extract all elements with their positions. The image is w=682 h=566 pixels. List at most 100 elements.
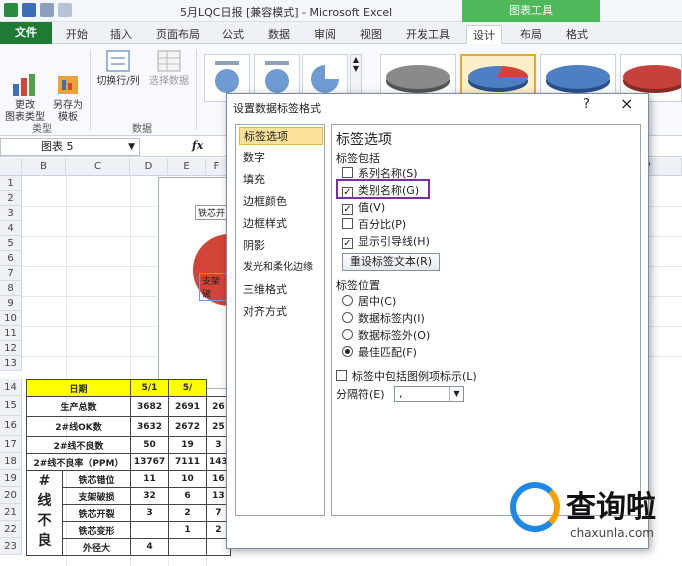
defect-label[interactable]: 铁芯变形 bbox=[62, 521, 131, 539]
tab-developer[interactable]: 开发工具 bbox=[400, 25, 456, 44]
row-header[interactable]: 18 bbox=[0, 453, 22, 470]
nav-glow-soft-edges[interactable]: 发光和柔化边缘 bbox=[239, 259, 323, 277]
table-cell[interactable]: 2691 bbox=[168, 396, 207, 417]
table-cell[interactable]: 7111 bbox=[168, 453, 207, 471]
table-cell[interactable]: 50 bbox=[130, 436, 169, 454]
excel-app-icon[interactable] bbox=[4, 3, 18, 17]
tab-insert[interactable]: 插入 bbox=[104, 25, 138, 44]
tab-format[interactable]: 格式 bbox=[560, 25, 594, 44]
defect-label[interactable]: 支架破损 bbox=[62, 487, 131, 505]
save-icon[interactable] bbox=[22, 3, 36, 17]
row-header[interactable]: 20 bbox=[0, 487, 22, 504]
header-cell[interactable]: 5/1 bbox=[130, 379, 169, 397]
row-label[interactable]: 生产总数 bbox=[26, 396, 131, 417]
nav-3d-format[interactable]: 三维格式 bbox=[239, 281, 323, 299]
name-box[interactable]: 图表 5 ▼ bbox=[0, 138, 140, 156]
column-header[interactable]: F bbox=[206, 158, 228, 176]
row-header[interactable]: 13 bbox=[0, 356, 22, 371]
select-all-corner[interactable] bbox=[0, 158, 22, 176]
defect-label[interactable]: 铁芯开裂 bbox=[62, 504, 131, 522]
checkbox-leader-lines[interactable]: ✓ bbox=[342, 238, 353, 249]
tab-file[interactable]: 文件 bbox=[0, 22, 52, 44]
radio-center[interactable] bbox=[342, 295, 353, 306]
option-legend-key[interactable]: 标签中包括图例项标示(L) bbox=[336, 370, 477, 384]
save-as-template-button[interactable]: 另存为 模板 bbox=[48, 44, 88, 124]
table-cell[interactable]: 10 bbox=[168, 470, 207, 488]
chevron-down-icon[interactable]: ▼ bbox=[128, 139, 135, 155]
nav-number[interactable]: 数字 bbox=[239, 149, 323, 167]
column-header[interactable]: D bbox=[130, 158, 168, 176]
reset-label-text-button[interactable]: 重设标签文本(R) bbox=[342, 253, 440, 271]
tab-home[interactable]: 开始 bbox=[60, 25, 94, 44]
table-cell[interactable]: 3682 bbox=[130, 396, 169, 417]
row-header[interactable]: 8 bbox=[0, 281, 22, 296]
redo-icon[interactable] bbox=[58, 3, 72, 17]
nav-border-color[interactable]: 边框颜色 bbox=[239, 193, 323, 211]
row-header[interactable]: 19 bbox=[0, 470, 22, 487]
nav-label-options[interactable]: 标签选项 bbox=[239, 127, 323, 145]
row-header[interactable]: 6 bbox=[0, 251, 22, 266]
pie-chart-object[interactable]: 铁芯开 支架破 bbox=[158, 177, 233, 389]
checkbox-value[interactable]: ✓ bbox=[342, 204, 353, 215]
option-percentage[interactable]: 百分比(P) bbox=[342, 218, 406, 232]
radio-best-fit[interactable] bbox=[342, 346, 353, 357]
row-header[interactable]: 10 bbox=[0, 311, 22, 326]
tab-formulas[interactable]: 公式 bbox=[216, 25, 250, 44]
row-header[interactable]: 5 bbox=[0, 236, 22, 251]
position-outside-end[interactable]: 数据标签外(O) bbox=[342, 329, 430, 343]
checkbox-series-name[interactable] bbox=[342, 167, 353, 178]
defect-label[interactable]: 铁芯错位 bbox=[62, 470, 131, 488]
checkbox-legend-key[interactable] bbox=[336, 370, 347, 381]
change-chart-type-button[interactable]: 更改 图表类型 bbox=[4, 44, 46, 124]
row-header[interactable]: 22 bbox=[0, 521, 22, 538]
table-cell[interactable]: 32 bbox=[130, 487, 169, 505]
header-cell[interactable]: 日期 bbox=[26, 379, 131, 397]
undo-icon[interactable] bbox=[40, 3, 54, 17]
tab-design[interactable]: 设计 bbox=[466, 25, 502, 45]
nav-alignment[interactable]: 对齐方式 bbox=[239, 303, 323, 321]
row-header[interactable]: 14 bbox=[0, 379, 22, 396]
table-cell[interactable]: 2 bbox=[168, 504, 207, 522]
table-cell[interactable]: 2672 bbox=[168, 416, 207, 437]
table-cell[interactable]: 3 bbox=[130, 504, 169, 522]
tab-page-layout[interactable]: 页面布局 bbox=[150, 25, 206, 44]
row-label[interactable]: 2#线OK数 bbox=[26, 416, 131, 437]
row-header[interactable]: 16 bbox=[0, 416, 22, 436]
separator-select[interactable]: , ▼ bbox=[394, 386, 464, 402]
table-cell[interactable]: 13767 bbox=[130, 453, 169, 471]
column-header[interactable]: E bbox=[168, 158, 206, 176]
side-label-cell[interactable]: # 线 不 良 bbox=[26, 470, 63, 556]
row-header[interactable]: 12 bbox=[0, 341, 22, 356]
position-center[interactable]: 居中(C) bbox=[342, 295, 396, 309]
select-data-button[interactable]: 选择数据 bbox=[146, 44, 192, 88]
option-leader-lines[interactable]: ✓ 显示引导线(H) bbox=[342, 235, 430, 249]
table-cell[interactable] bbox=[130, 521, 169, 539]
radio-outside-end[interactable] bbox=[342, 329, 353, 340]
option-value[interactable]: ✓ 值(V) bbox=[342, 201, 385, 215]
nav-fill[interactable]: 填充 bbox=[239, 171, 323, 189]
radio-inside-end[interactable] bbox=[342, 312, 353, 323]
table-cell[interactable]: 6 bbox=[168, 487, 207, 505]
row-header[interactable]: 1 bbox=[0, 176, 22, 191]
row-header[interactable]: 21 bbox=[0, 504, 22, 521]
table-cell[interactable]: 1 bbox=[168, 521, 207, 539]
table-cell[interactable] bbox=[168, 538, 207, 556]
row-header[interactable]: 17 bbox=[0, 436, 22, 453]
row-header[interactable]: 7 bbox=[0, 266, 22, 281]
close-icon[interactable]: × bbox=[620, 94, 633, 113]
tab-data[interactable]: 数据 bbox=[262, 25, 296, 44]
row-header[interactable]: 3 bbox=[0, 206, 22, 221]
chevron-down-icon[interactable]: ▼ bbox=[449, 387, 463, 401]
column-header[interactable]: C bbox=[66, 158, 130, 176]
tab-view[interactable]: 视图 bbox=[354, 25, 388, 44]
nav-shadow[interactable]: 阴影 bbox=[239, 237, 323, 255]
fx-icon[interactable]: fx bbox=[192, 139, 203, 152]
row-header[interactable]: 4 bbox=[0, 221, 22, 236]
defect-label[interactable]: 外径大 bbox=[62, 538, 131, 556]
table-cell[interactable]: 19 bbox=[168, 436, 207, 454]
table-cell[interactable]: 11 bbox=[130, 470, 169, 488]
column-header[interactable]: B bbox=[22, 158, 66, 176]
header-cell[interactable]: 5/ bbox=[168, 379, 207, 397]
row-label[interactable]: 2#线不良率（PPM） bbox=[26, 453, 131, 471]
switch-row-column-button[interactable]: 切换行/列 bbox=[94, 44, 142, 88]
